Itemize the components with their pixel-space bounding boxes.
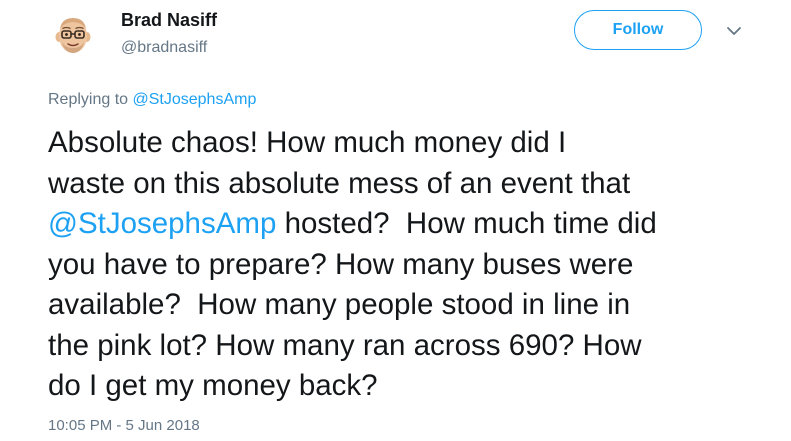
reply-context-mention-link[interactable]: @StJosephsAmp xyxy=(133,91,257,108)
tweet-line: waste on this absolute mess of an event … xyxy=(48,166,631,200)
tweet-line: do I get my money back? xyxy=(48,369,378,402)
tweet-text: Absolute chaos! How much money did I was… xyxy=(48,123,768,407)
tweet-card: Brad Nasiff @bradnasiff Follow Replying … xyxy=(0,0,791,441)
tweet-mention-link[interactable]: @StJosephsAmp xyxy=(48,207,276,240)
tweet-line: available? How many people stood in line… xyxy=(48,288,631,321)
tweet-timestamp[interactable]: 10:05 PM - 5 Jun 2018 xyxy=(48,417,200,435)
avatar[interactable] xyxy=(48,10,98,60)
tweet-line: you have to prepare? How many buses were xyxy=(48,247,634,281)
more-options-button[interactable] xyxy=(725,24,743,38)
author-handle[interactable]: @bradnasiff xyxy=(121,38,207,58)
chevron-down-icon xyxy=(727,27,741,35)
follow-button[interactable]: Follow xyxy=(574,10,702,50)
tweet-line: Absolute chaos! How much money did I xyxy=(48,126,567,159)
bitmoji-avatar-icon xyxy=(48,10,98,60)
reply-context-prefix: Replying to xyxy=(48,91,129,108)
tweet-line: hosted? How much time did xyxy=(284,207,657,240)
author-name[interactable]: Brad Nasiff xyxy=(121,9,217,31)
tweet-line: the pink lot? How many ran across 690? H… xyxy=(48,328,642,362)
reply-context: Replying to @StJosephsAmp xyxy=(48,90,256,110)
